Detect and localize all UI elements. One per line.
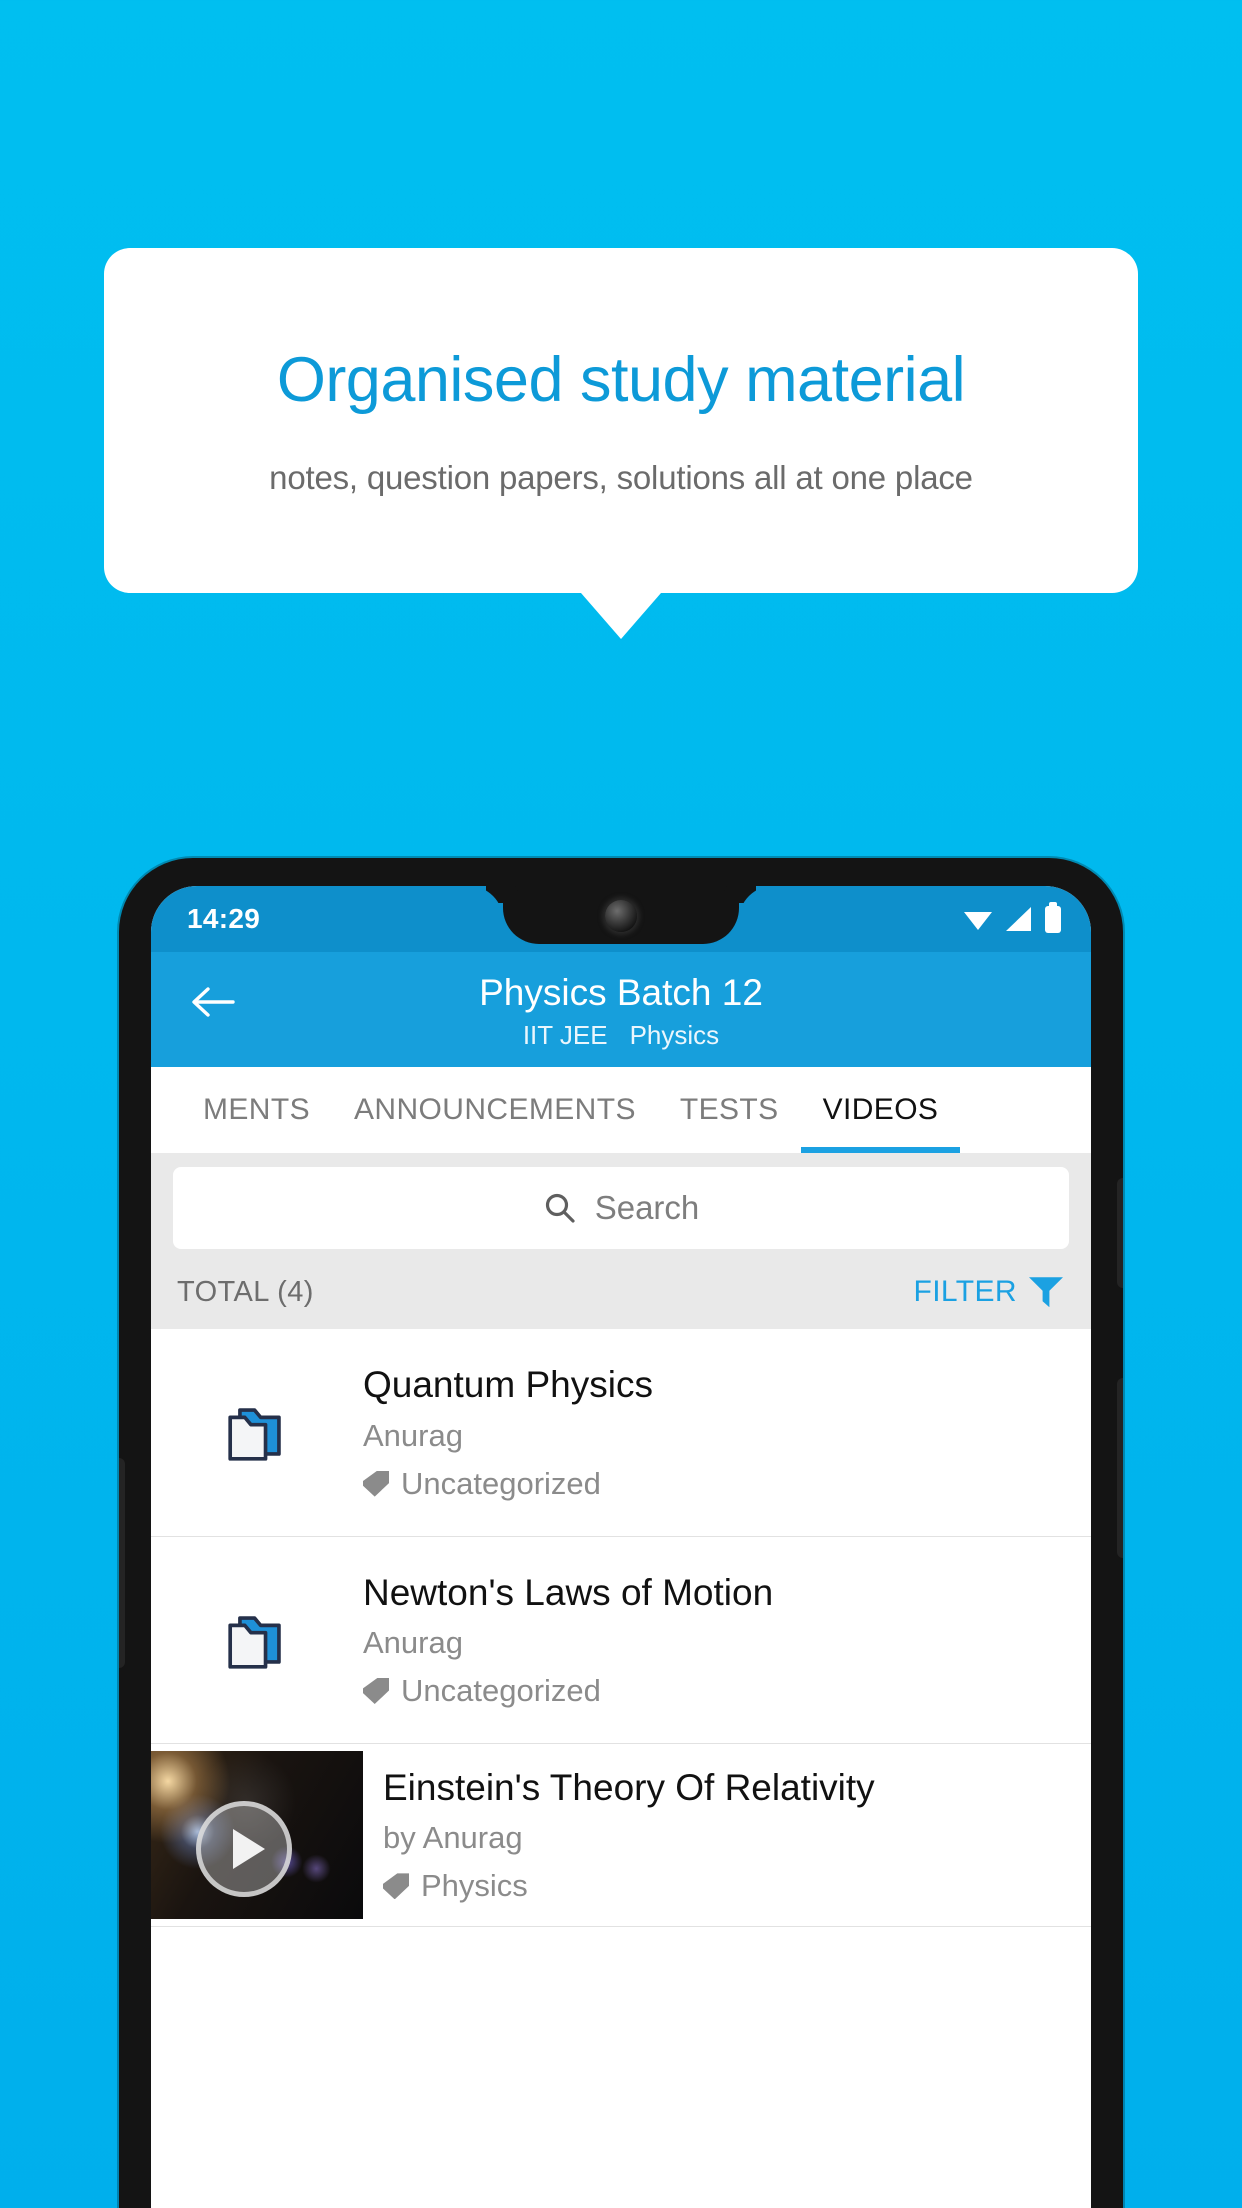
list-item-title: Quantum Physics xyxy=(363,1364,653,1406)
list-item-text: Quantum Physics Anurag Uncategorized xyxy=(363,1363,1091,1501)
power-button[interactable] xyxy=(1117,1178,1123,1288)
folder-glyph xyxy=(228,1616,281,1669)
list-item-tag: Uncategorized xyxy=(363,1673,1071,1709)
phone-mockup: 14:29 Physics Batch 12 IIT JEE Physics M… xyxy=(119,858,1123,2208)
list-item-tag: Physics xyxy=(383,1868,1071,1904)
tag-icon xyxy=(363,1678,389,1705)
front-camera-icon xyxy=(605,900,637,932)
arrow-left-icon[interactable] xyxy=(185,974,241,1030)
total-count-label: TOTAL (4) xyxy=(177,1275,314,1308)
tab-assignments[interactable]: MENTS xyxy=(181,1067,332,1153)
list-item-author: Anurag xyxy=(363,1625,463,1661)
search-glyph xyxy=(545,1194,575,1223)
tab-tests[interactable]: TESTS xyxy=(658,1067,801,1153)
play-icon[interactable] xyxy=(196,1800,293,1897)
list-item-tag-label: Physics xyxy=(421,1868,528,1904)
list-toolbar: TOTAL (4) FILTER xyxy=(173,1249,1069,1329)
breadcrumb-exam: IIT JEE xyxy=(522,1020,608,1051)
tag-icon xyxy=(383,1873,409,1900)
tab-videos[interactable]: VIDEOS xyxy=(800,1067,961,1154)
list-item-tag-label: Uncategorized xyxy=(401,1673,601,1709)
phone-screen: 14:29 Physics Batch 12 IIT JEE Physics M… xyxy=(151,886,1091,2208)
promo-subline: notes, question papers, solutions all at… xyxy=(269,458,973,496)
tab-announcements[interactable]: ANNOUNCEMENTS xyxy=(332,1067,658,1153)
status-bar: 14:29 xyxy=(151,886,1091,952)
search-input[interactable]: Search xyxy=(173,1167,1069,1250)
funnel-icon xyxy=(1029,1277,1063,1308)
breadcrumb: IIT JEE Physics xyxy=(151,1020,1091,1051)
list-item[interactable]: Quantum Physics Anurag Uncategorized xyxy=(151,1329,1091,1537)
list-item-author: by Anurag xyxy=(383,1820,523,1856)
status-time: 14:29 xyxy=(187,903,261,934)
folder-icon xyxy=(151,1393,363,1471)
list-item-tag-label: Uncategorized xyxy=(401,1465,601,1501)
content-list: Quantum Physics Anurag Uncategorized New… xyxy=(151,1329,1091,1928)
folder-glyph xyxy=(228,1408,281,1462)
list-item[interactable]: Newton's Laws of Motion Anurag Uncategor… xyxy=(151,1537,1091,1745)
page-title: Physics Batch 12 xyxy=(479,972,763,1013)
promo-bubble-pointer xyxy=(581,593,661,639)
search-placeholder: Search xyxy=(594,1189,700,1227)
promo-headline: Organised study material xyxy=(276,345,966,416)
app-bar: Physics Batch 12 IIT JEE Physics xyxy=(151,952,1091,1068)
signal-icon xyxy=(1006,907,1031,931)
volume-button[interactable] xyxy=(119,1458,125,1668)
list-item-author: Anurag xyxy=(363,1417,463,1453)
battery-icon xyxy=(1045,901,1061,933)
list-item-text: Einstein's Theory Of Relativity by Anura… xyxy=(363,1744,1091,1926)
arrow-left-glyph xyxy=(192,987,235,1017)
list-item[interactable]: Einstein's Theory Of Relativity by Anura… xyxy=(151,1744,1091,1928)
promo-card: Organised study material notes, question… xyxy=(104,248,1138,593)
tab-bar: MENTS ANNOUNCEMENTS TESTS VIDEOS xyxy=(151,1067,1091,1154)
tag-icon xyxy=(363,1470,389,1497)
breadcrumb-subject: Physics xyxy=(629,1020,720,1051)
display-notch xyxy=(503,886,739,944)
folder-icon xyxy=(151,1601,363,1679)
filter-button[interactable]: FILTER xyxy=(913,1275,1063,1309)
list-item-title: Newton's Laws of Motion xyxy=(363,1571,774,1613)
list-item-tag: Uncategorized xyxy=(363,1466,1071,1502)
wifi-icon xyxy=(964,911,992,930)
search-area: Search TOTAL (4) FILTER xyxy=(151,1153,1091,1330)
status-icons xyxy=(964,901,1061,933)
video-thumbnail xyxy=(151,1751,363,1920)
assistant-button[interactable] xyxy=(1117,1378,1123,1558)
search-icon xyxy=(543,1191,577,1225)
filter-label: FILTER xyxy=(913,1275,1017,1309)
list-item-text: Newton's Laws of Motion Anurag Uncategor… xyxy=(363,1571,1091,1709)
list-item-title: Einstein's Theory Of Relativity xyxy=(383,1767,875,1809)
